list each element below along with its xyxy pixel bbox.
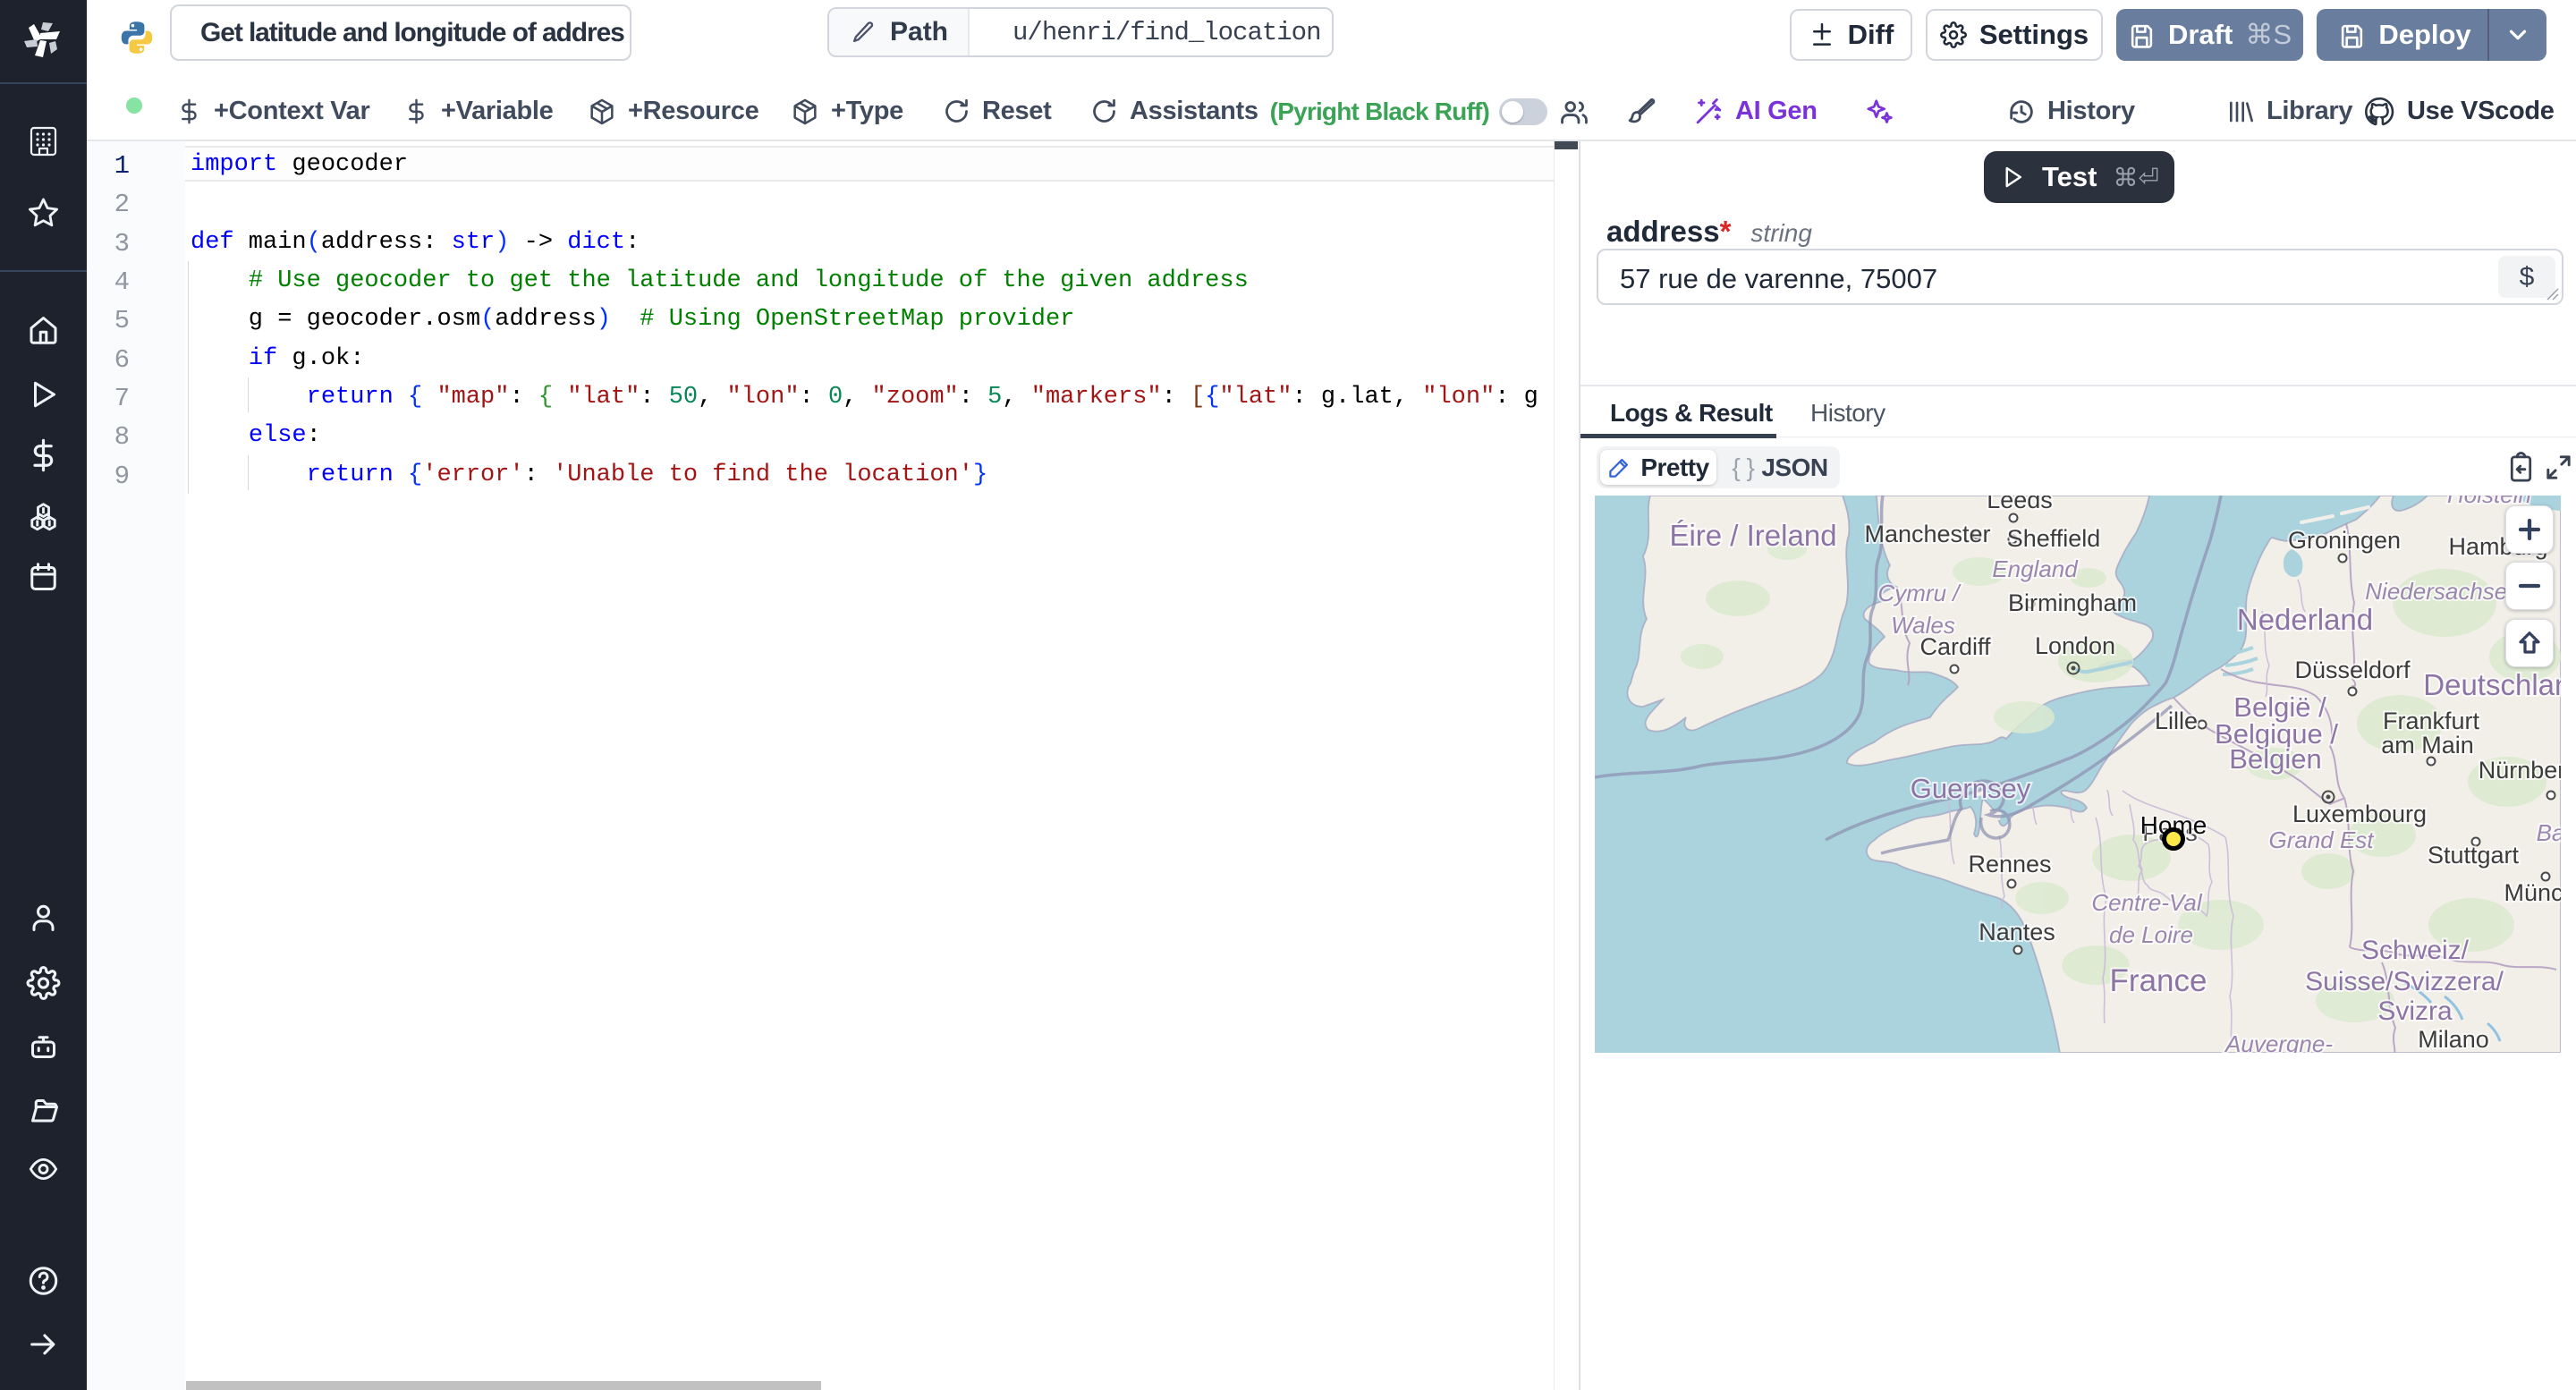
svg-text:Frankfurt: Frankfurt: [2383, 708, 2480, 734]
svg-text:Luxembourg: Luxembourg: [2292, 801, 2427, 827]
svg-text:Deutschland: Deutschland: [2423, 668, 2561, 701]
svg-text:Rennes: Rennes: [1968, 851, 2051, 877]
svg-text:Centre-Val: Centre-Val: [2091, 889, 2203, 916]
svg-text:Groningen: Groningen: [2288, 527, 2401, 554]
svg-text:Guernsey: Guernsey: [1911, 773, 2031, 804]
svg-text:Cymru /: Cymru /: [1878, 580, 1962, 606]
svg-text:England: England: [1992, 555, 2079, 582]
svg-text:Éire / Ireland: Éire / Ireland: [1669, 519, 1836, 552]
svg-text:Stuttgart: Stuttgart: [2428, 842, 2520, 869]
svg-text:München: München: [2504, 879, 2561, 906]
svg-text:Lille: Lille: [2155, 708, 2198, 734]
svg-text:Leeds: Leeds: [1987, 496, 2053, 513]
svg-text:France: France: [2110, 963, 2207, 998]
svg-text:Suisse/Svizzera/: Suisse/Svizzera/: [2305, 967, 2504, 996]
svg-text:Sheffield: Sheffield: [2007, 525, 2101, 552]
svg-text:Auvergne-: Auvergne-: [2224, 1030, 2333, 1053]
svg-text:Nederland: Nederland: [2237, 603, 2373, 636]
svg-text:de Loire: de Loire: [2109, 921, 2193, 948]
svg-text:London: London: [2035, 632, 2115, 659]
svg-text:Manchester: Manchester: [1864, 521, 1990, 547]
svg-text:Wales: Wales: [1891, 612, 1955, 639]
svg-text:Svizra: Svizra: [2377, 996, 2453, 1026]
svg-text:am Main: am Main: [2381, 732, 2474, 759]
svg-text:Bay: Bay: [2537, 819, 2561, 846]
svg-text:Milano: Milano: [2418, 1026, 2489, 1053]
svg-text:Belgien: Belgien: [2229, 743, 2321, 775]
svg-text:Schweiz/: Schweiz/: [2361, 936, 2470, 965]
svg-text:Nürnberg: Nürnberg: [2479, 757, 2561, 784]
svg-text:Grand Est: Grand Est: [2268, 826, 2375, 853]
svg-text:Niedersachsen: Niedersachsen: [2365, 578, 2520, 605]
svg-text:Düsseldorf: Düsseldorf: [2294, 657, 2411, 683]
svg-text:Nantes: Nantes: [1979, 919, 2055, 945]
svg-text:Birmingham: Birmingham: [2008, 589, 2137, 616]
